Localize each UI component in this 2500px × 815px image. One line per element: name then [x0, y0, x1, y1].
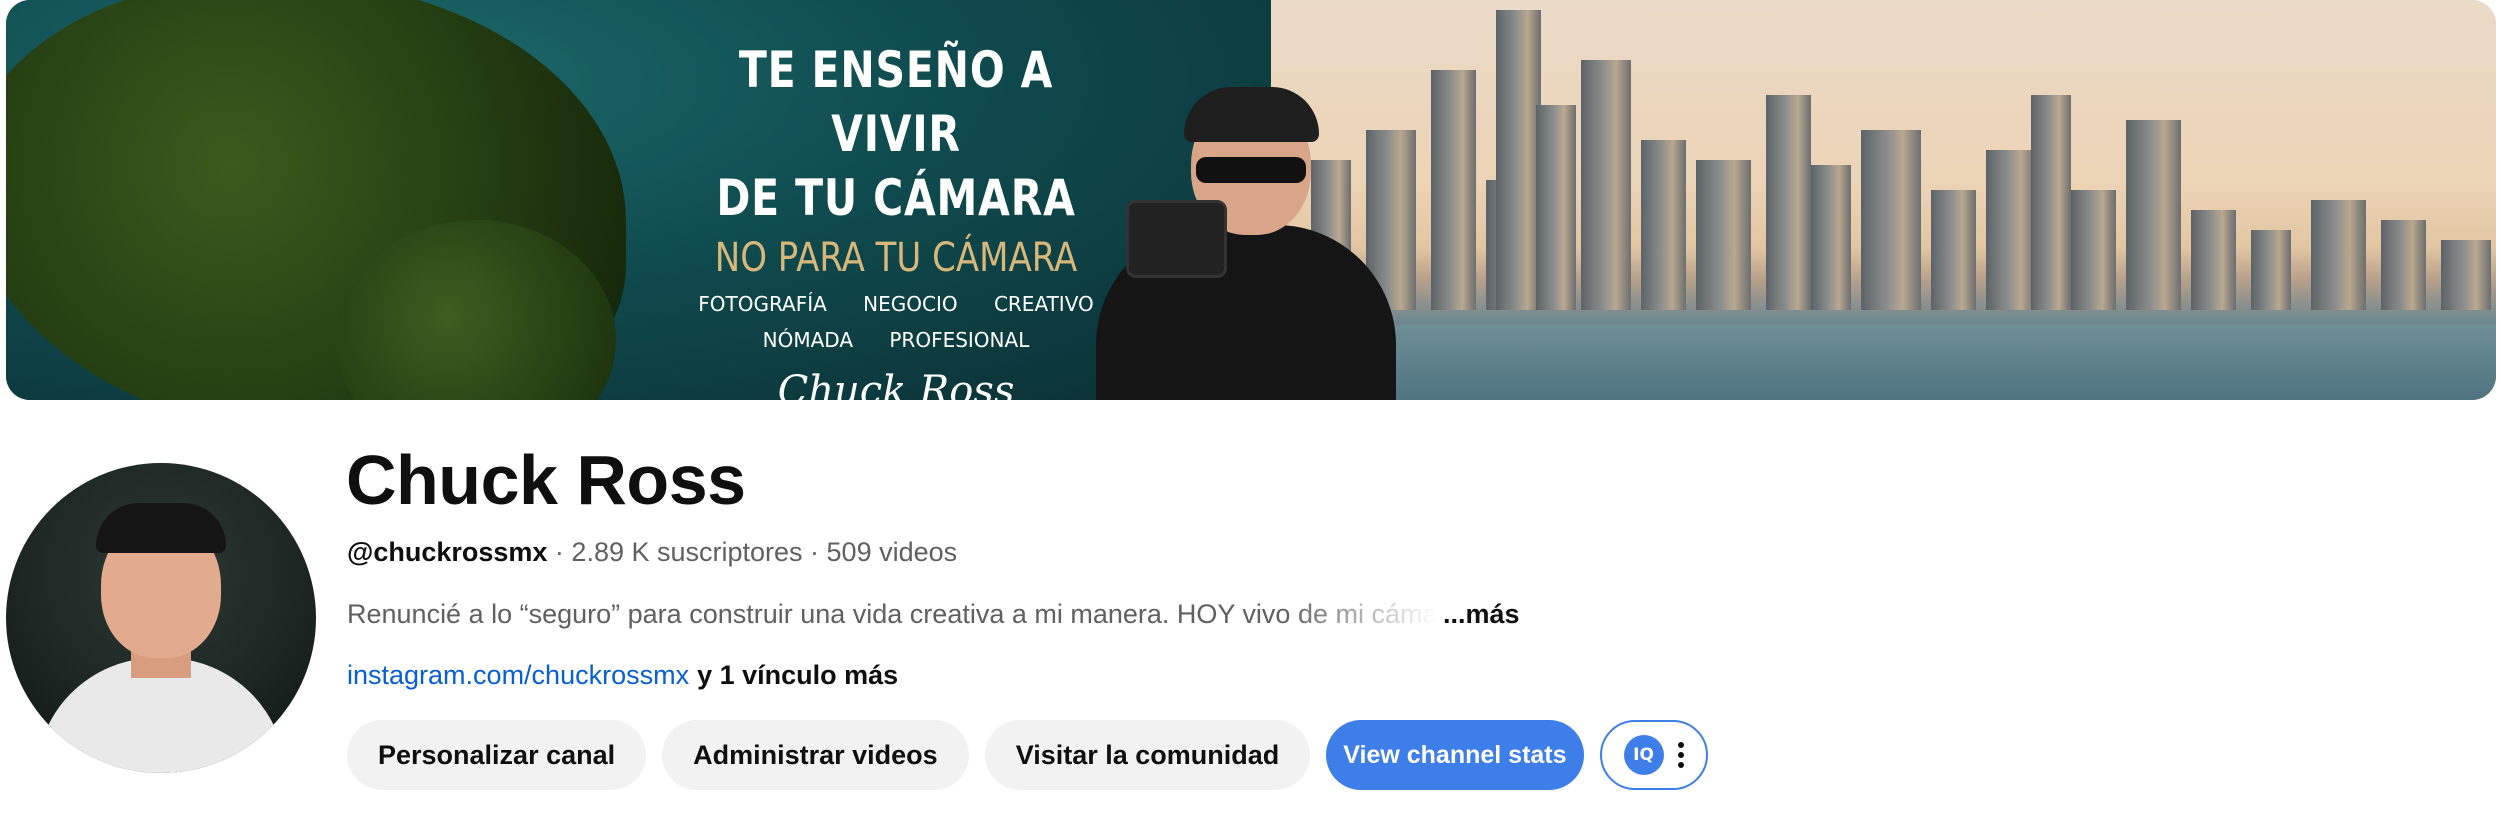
instagram-link[interactable]: instagram.com/chuckrossmx [347, 660, 689, 690]
banner-headline-2: DE TU CÁMARA [716, 169, 1076, 227]
video-count: 509 videos [826, 537, 958, 567]
meta-separator: · [802, 537, 827, 567]
more-links-button[interactable]: y 1 vínculo más [697, 660, 898, 690]
channel-avatar[interactable] [6, 463, 316, 773]
meta-separator: · [547, 537, 572, 567]
channel-links: instagram.com/chuckrossmx y 1 vínculo más [347, 658, 898, 692]
banner-tagline-1: FOTOGRAFÍA NEGOCIO CREATIVO [698, 292, 1094, 316]
subscriber-count: 2.89 K suscriptores [571, 537, 803, 567]
vidiq-logo-icon: IQ [1623, 735, 1664, 775]
channel-meta: @chuckrossmx · 2.89 K suscriptores · 509… [347, 535, 957, 569]
description-more-button[interactable]: ...más [1443, 599, 1520, 629]
banner-headline-1: TE ENSEÑO A VIVIR [738, 41, 1054, 163]
view-channel-stats-button[interactable]: View channel stats [1326, 720, 1584, 790]
manage-videos-button[interactable]: Administrar videos [662, 720, 969, 790]
banner-tagline-2: NÓMADA PROFESIONAL [762, 328, 1030, 352]
customize-channel-button[interactable]: Personalizar canal [347, 720, 647, 790]
banner-signature: Chuck Ross [777, 368, 1015, 400]
banner-headline-3: NO PARA TU CÁMARA [714, 235, 1078, 281]
visit-community-button[interactable]: Visitar la comunidad [984, 720, 1311, 790]
channel-page: TE ENSEÑO A VIVIR DE TU CÁMARA NO PARA T… [0, 0, 2500, 815]
channel-actions: Personalizar canal Administrar videos Vi… [347, 720, 1708, 790]
more-vert-icon [1677, 742, 1684, 768]
extension-menu-button[interactable]: IQ [1599, 720, 1708, 790]
channel-name: Chuck Ross [346, 441, 746, 519]
banner-water [1271, 325, 2496, 400]
channel-description-text: Renuncié a lo “seguro” para construir un… [347, 599, 1437, 629]
channel-handle: @chuckrossmx [347, 537, 548, 567]
banner-text: TE ENSEÑO A VIVIR DE TU CÁMARA NO PARA T… [646, 38, 1146, 400]
channel-description[interactable]: Renuncié a lo “seguro” para construir un… [347, 597, 1527, 631]
channel-banner: TE ENSEÑO A VIVIR DE TU CÁMARA NO PARA T… [6, 0, 2496, 400]
